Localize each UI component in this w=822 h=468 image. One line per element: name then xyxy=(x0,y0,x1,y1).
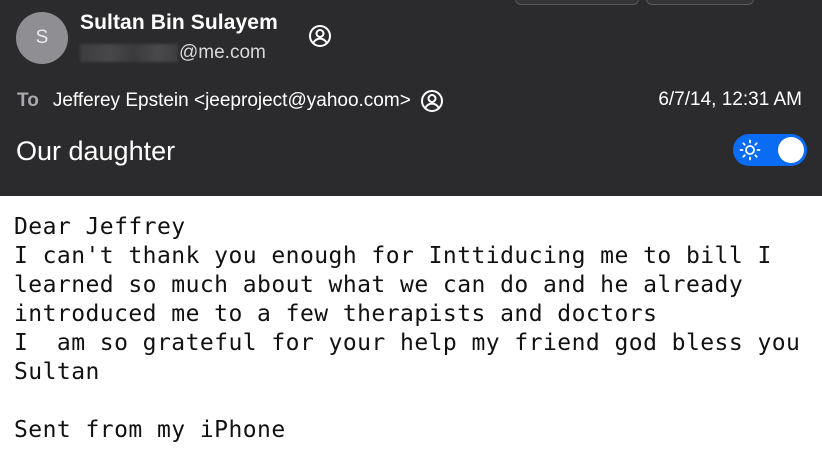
body-line: learned so much about what we can do and… xyxy=(14,272,744,298)
message-body: Dear Jeffrey I can't thank you enough fo… xyxy=(0,196,822,468)
appearance-toggle[interactable] xyxy=(733,134,807,166)
contact-icon[interactable] xyxy=(420,89,444,113)
recipient-row: To Jefferey Epstein <jeeproject@yahoo.co… xyxy=(17,89,444,113)
avatar-initial: S xyxy=(35,27,49,48)
to-label: To xyxy=(17,90,39,111)
sender-email[interactable]: @me.com xyxy=(80,42,266,64)
recipient-address[interactable]: Jefferey Epstein <jeeproject@yahoo.com> xyxy=(53,90,411,112)
avatar[interactable]: S xyxy=(16,12,68,64)
message-date: 6/7/14, 12:31 AM xyxy=(658,89,802,110)
body-line: I can't thank you enough for Inttiducing… xyxy=(14,243,772,269)
sender-email-domain: @me.com xyxy=(179,42,266,63)
contact-icon[interactable] xyxy=(308,24,332,48)
message-header: S Sultan Bin Sulayem @me.com To Jefferey… xyxy=(0,0,822,196)
body-line: I am so grateful for your help my friend… xyxy=(14,330,801,356)
toolbar-button[interactable] xyxy=(515,0,639,5)
body-line: Dear Jeffrey xyxy=(14,214,186,240)
message-subject: Our daughter xyxy=(16,136,176,166)
toolbar-button[interactable] xyxy=(646,0,754,5)
body-line: Sultan xyxy=(14,359,100,385)
sender-name[interactable]: Sultan Bin Sulayem xyxy=(80,11,278,35)
redacted-text xyxy=(80,44,178,62)
body-line: Sent from my iPhone xyxy=(14,417,286,443)
body-line: introduced me to a few therapists and do… xyxy=(14,301,658,327)
toggle-knob xyxy=(778,137,804,163)
sun-icon xyxy=(739,139,761,161)
